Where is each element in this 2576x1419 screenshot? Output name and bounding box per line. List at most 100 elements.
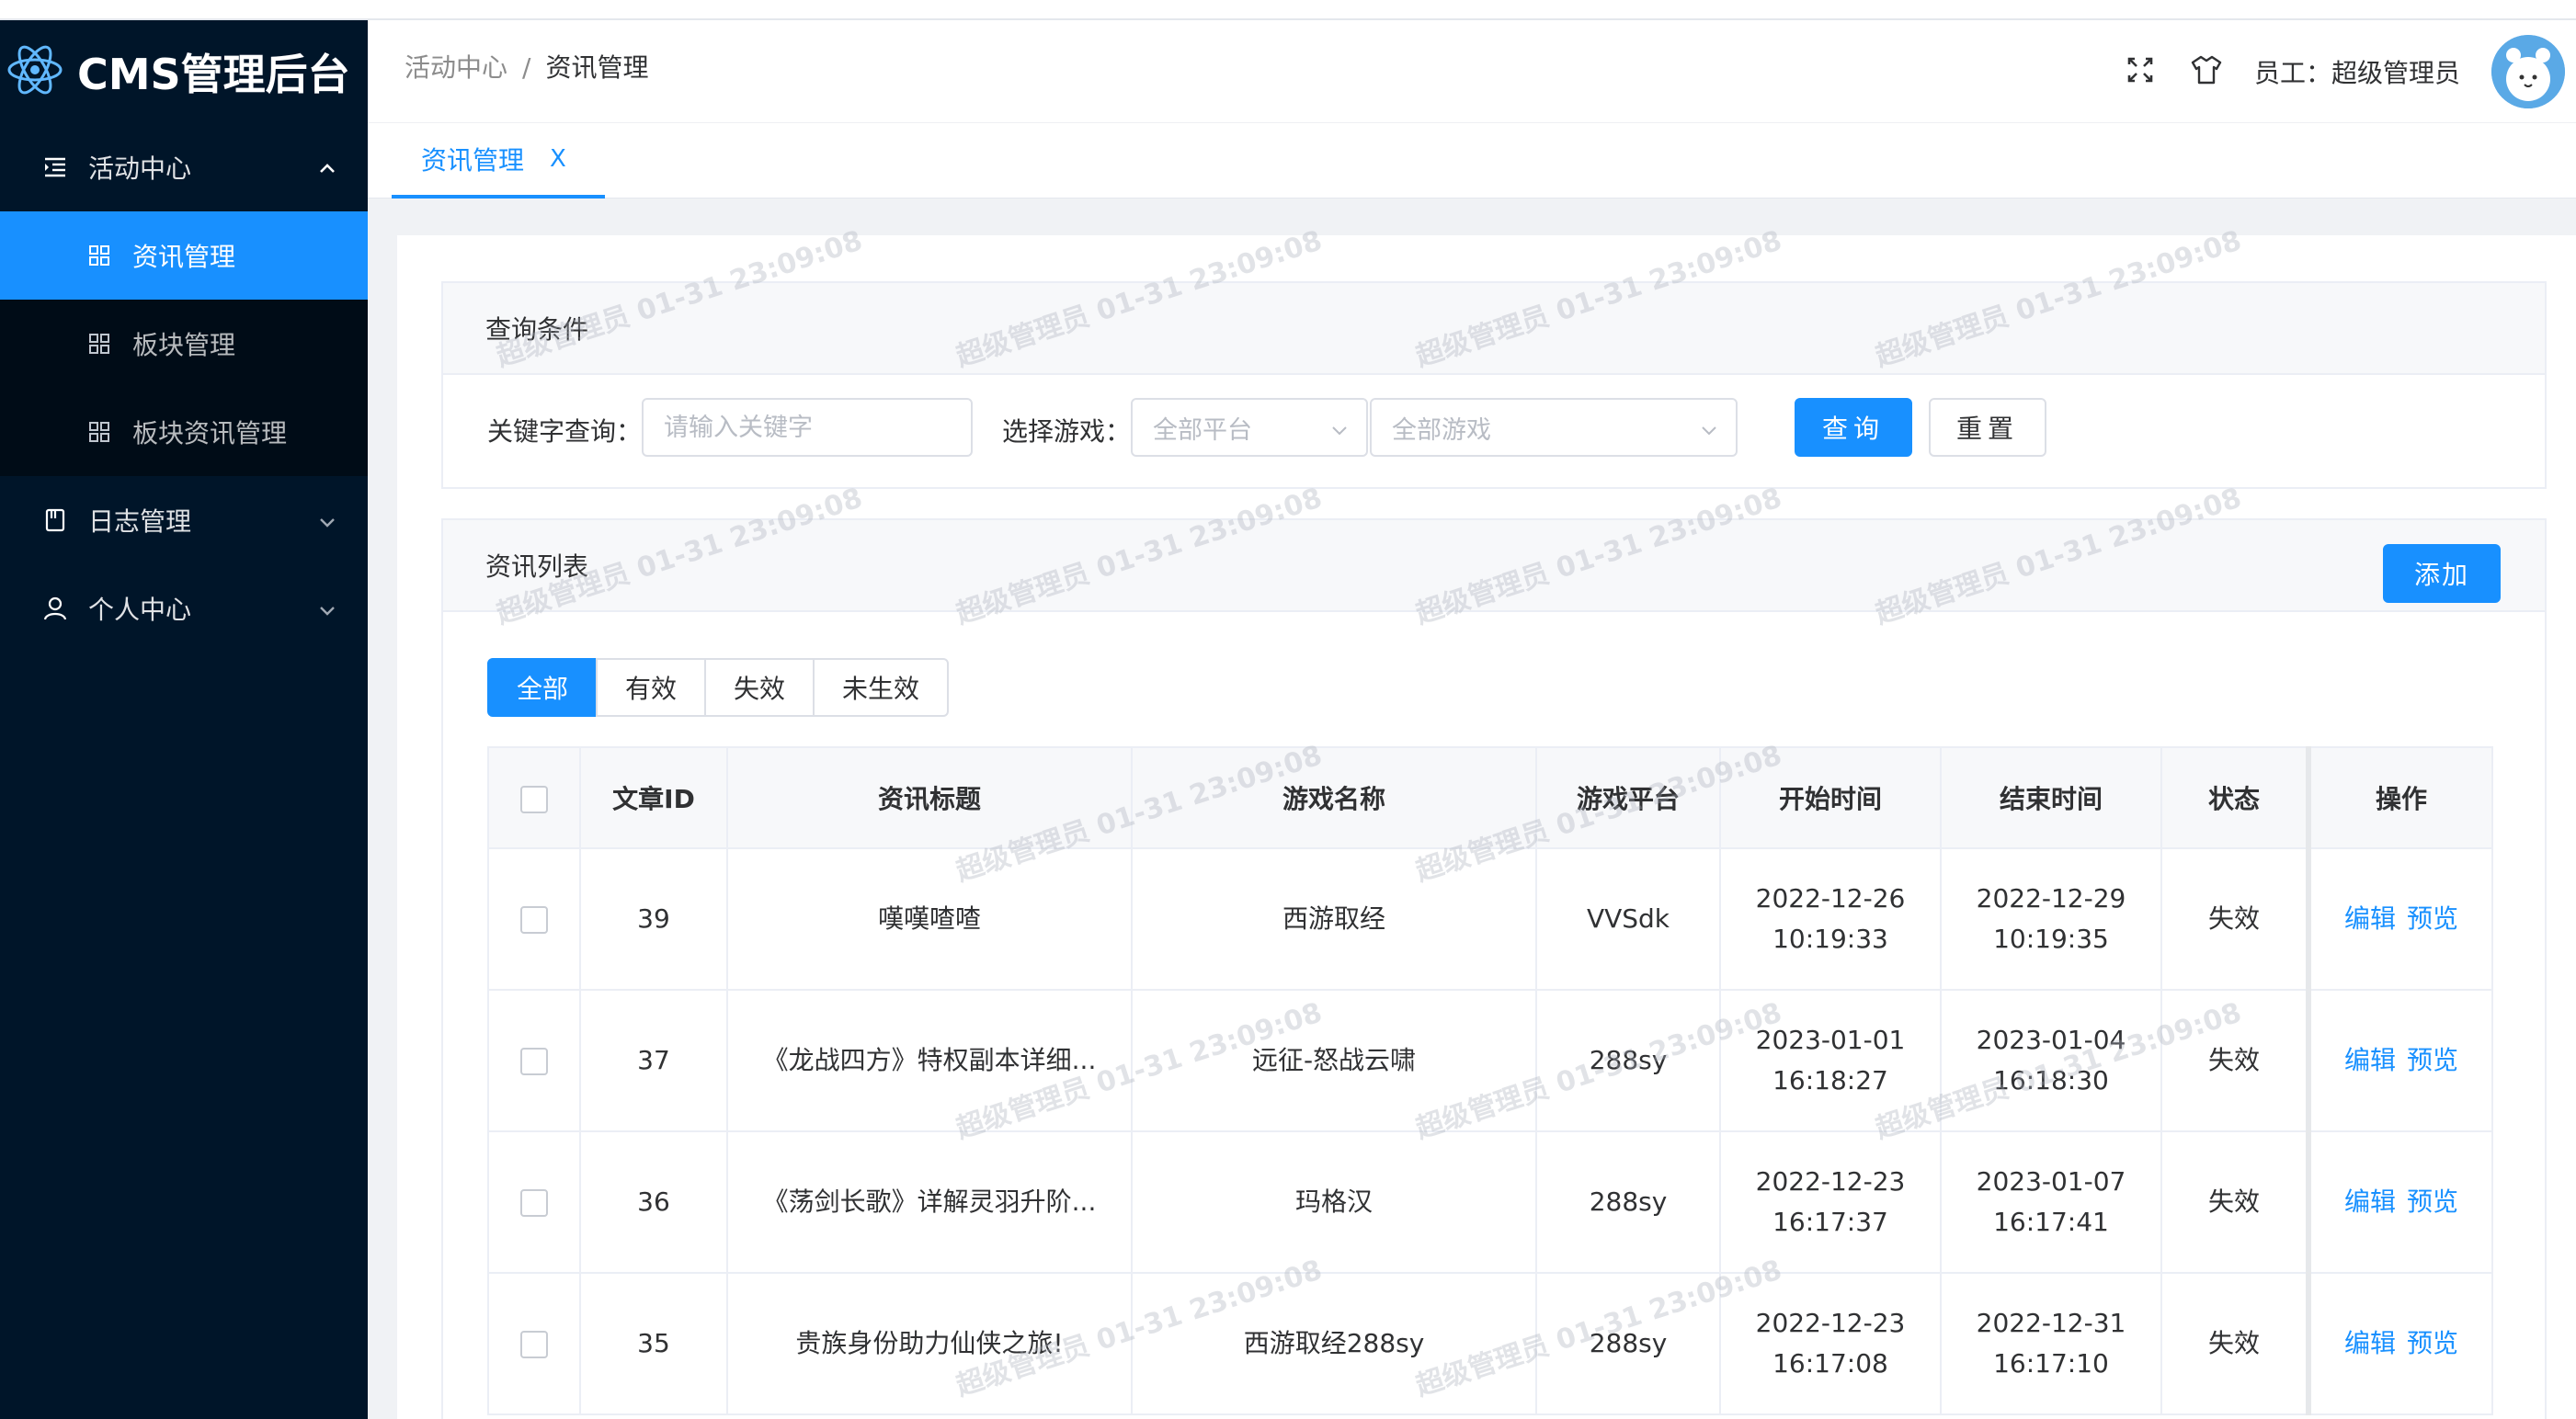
breadcrumb-separator: / (522, 52, 531, 83)
filter-valid[interactable]: 有效 (596, 658, 706, 717)
preview-link[interactable]: 预览 (2407, 1186, 2458, 1217)
column-header: 游戏平台 (1535, 746, 1721, 849)
close-icon[interactable]: X (550, 145, 566, 173)
start-clock: 16:18:27 (1772, 1065, 1888, 1095)
sidebar-item-log-management[interactable]: 日志管理 (0, 476, 368, 564)
query-panel: 查询条件 (441, 281, 2547, 489)
app-title: CMS管理后台 (77, 50, 350, 99)
column-header: 游戏名称 (1131, 746, 1537, 849)
table-row: 35 贵族身份助力仙侠之旅! 西游取经288sy 288sy 2022-12-2… (487, 1272, 2493, 1415)
sidebar-item-section-management[interactable]: 板块管理 (0, 300, 368, 388)
cell-start-time: 2022-12-23 16:17:08 (1719, 1272, 1942, 1415)
row-select-cell (487, 989, 581, 1132)
add-button[interactable]: 添加 (2383, 544, 2501, 603)
start-date: 2022-12-23 (1755, 1308, 1906, 1338)
column-header: 文章ID (579, 746, 728, 849)
sidebar-item-label: 板块管理 (132, 330, 236, 360)
tab-news-management[interactable]: 资讯管理 X (392, 123, 605, 199)
cell-start-time: 2023-01-01 16:18:27 (1719, 989, 1942, 1132)
keyword-label: 关键字查询： (487, 416, 643, 447)
column-header: 结束时间 (1940, 746, 2162, 849)
end-date: 2023-01-07 (1976, 1166, 2126, 1197)
game-select[interactable]: 全部游戏 (1370, 398, 1738, 457)
grid-icon (86, 243, 112, 268)
cell-end-time: 2023-01-04 16:18:30 (1940, 989, 2162, 1132)
select-all-cell (487, 746, 581, 849)
query-panel-title: 查询条件 (443, 283, 2545, 375)
cell-actions: 编辑 预览 (2306, 1130, 2493, 1274)
filter-not-effective[interactable]: 未生效 (813, 658, 949, 717)
shirt-icon[interactable] (2188, 51, 2225, 88)
cell-status: 失效 (2160, 989, 2309, 1132)
user-icon (42, 596, 68, 621)
cell-title: 《荡剑长歌》详解灵羽升阶... (726, 1130, 1133, 1274)
table-row: 39 嘆嘆喳喳 西游取经 VVSdk 2022-12-26 10:19:33 20… (487, 847, 2493, 991)
search-button[interactable]: 查询 (1795, 398, 1912, 457)
edit-link[interactable]: 编辑 (2344, 903, 2396, 934)
app-logo[interactable]: CMS管理后台 (0, 20, 368, 123)
tags-view-bar: 资讯管理 X (368, 123, 2576, 199)
chevron-down-icon (316, 597, 338, 619)
sidebar-item-activity-center[interactable]: 活动中心 (0, 123, 368, 211)
list-panel-title: 资讯列表 (443, 520, 2545, 612)
cell-end-time: 2023-01-07 16:17:41 (1940, 1130, 2162, 1274)
edit-link[interactable]: 编辑 (2344, 1328, 2396, 1358)
platform-select[interactable]: 全部平台 (1131, 398, 1368, 457)
cell-game: 远征-怒战云啸 (1131, 989, 1537, 1132)
grid-icon (86, 419, 112, 445)
cell-id: 35 (579, 1272, 728, 1415)
cell-status: 失效 (2160, 1272, 2309, 1415)
row-checkbox[interactable] (520, 1331, 548, 1358)
news-table: 文章ID 资讯标题 游戏名称 游戏平台 开始时间 结束时间 状态 操作 39 嘆… (487, 746, 2493, 1415)
filter-invalid[interactable]: 失效 (704, 658, 815, 717)
column-header: 资讯标题 (726, 746, 1133, 849)
row-select-cell (487, 1130, 581, 1274)
select-all-checkbox[interactable] (520, 785, 548, 813)
cell-title: 贵族身份助力仙侠之旅! (726, 1272, 1133, 1415)
filter-all[interactable]: 全部 (487, 658, 598, 717)
preview-link[interactable]: 预览 (2407, 1328, 2458, 1358)
row-select-cell (487, 847, 581, 991)
row-checkbox[interactable] (520, 1048, 548, 1075)
table-row: 37 《龙战四方》特权副本详细... 远征-怒战云啸 288sy 2023-01… (487, 989, 2493, 1132)
start-clock: 10:19:33 (1772, 924, 1888, 954)
row-checkbox[interactable] (520, 906, 548, 934)
game-select-value: 全部游戏 (1392, 415, 1491, 445)
table-row: 36 《荡剑长歌》详解灵羽升阶... 玛格汉 288sy 2022-12-23 1… (487, 1130, 2493, 1274)
top-header: 活动中心 / 资讯管理 员工：超级管理员 (368, 20, 2576, 123)
end-clock: 16:17:41 (1993, 1207, 2109, 1237)
row-checkbox[interactable] (520, 1189, 548, 1217)
user-name-label[interactable]: 员工：超级管理员 (2254, 53, 2460, 90)
cell-status: 失效 (2160, 847, 2309, 991)
end-date: 2022-12-31 (1976, 1308, 2126, 1338)
edit-link[interactable]: 编辑 (2344, 1045, 2396, 1075)
cell-id: 39 (579, 847, 728, 991)
cell-game: 西游取经288sy (1131, 1272, 1537, 1415)
window-top-strip (0, 0, 2576, 20)
row-select-cell (487, 1272, 581, 1415)
reset-button[interactable]: 重置 (1929, 398, 2046, 457)
cell-platform: 288sy (1535, 1272, 1721, 1415)
chevron-down-icon (1329, 418, 1350, 438)
preview-link[interactable]: 预览 (2407, 903, 2458, 934)
fullscreen-icon[interactable] (2122, 51, 2159, 88)
table-header-row: 文章ID 资讯标题 游戏名称 游戏平台 开始时间 结束时间 状态 操作 (487, 746, 2493, 849)
end-clock: 10:19:35 (1993, 924, 2109, 954)
start-clock: 16:17:37 (1772, 1207, 1888, 1237)
game-select-label: 选择游戏： (1002, 416, 1132, 447)
cell-id: 36 (579, 1130, 728, 1274)
react-logo-icon (6, 40, 64, 103)
sidebar-item-label: 日志管理 (88, 506, 192, 537)
sidebar-item-personal-center[interactable]: 个人中心 (0, 564, 368, 653)
sidebar-item-news-management[interactable]: 资讯管理 (0, 211, 368, 300)
status-filter-group: 全部 有效 失效 未生效 (487, 658, 949, 717)
start-date: 2022-12-26 (1755, 883, 1906, 914)
edit-link[interactable]: 编辑 (2344, 1186, 2396, 1217)
end-clock: 16:18:30 (1993, 1065, 2109, 1095)
cell-end-time: 2022-12-31 16:17:10 (1940, 1272, 2162, 1415)
keyword-input[interactable] (642, 398, 973, 457)
preview-link[interactable]: 预览 (2407, 1045, 2458, 1075)
breadcrumb-item[interactable]: 活动中心 (405, 52, 507, 83)
avatar[interactable] (2491, 35, 2565, 108)
sidebar-item-section-news-management[interactable]: 板块资讯管理 (0, 388, 368, 476)
